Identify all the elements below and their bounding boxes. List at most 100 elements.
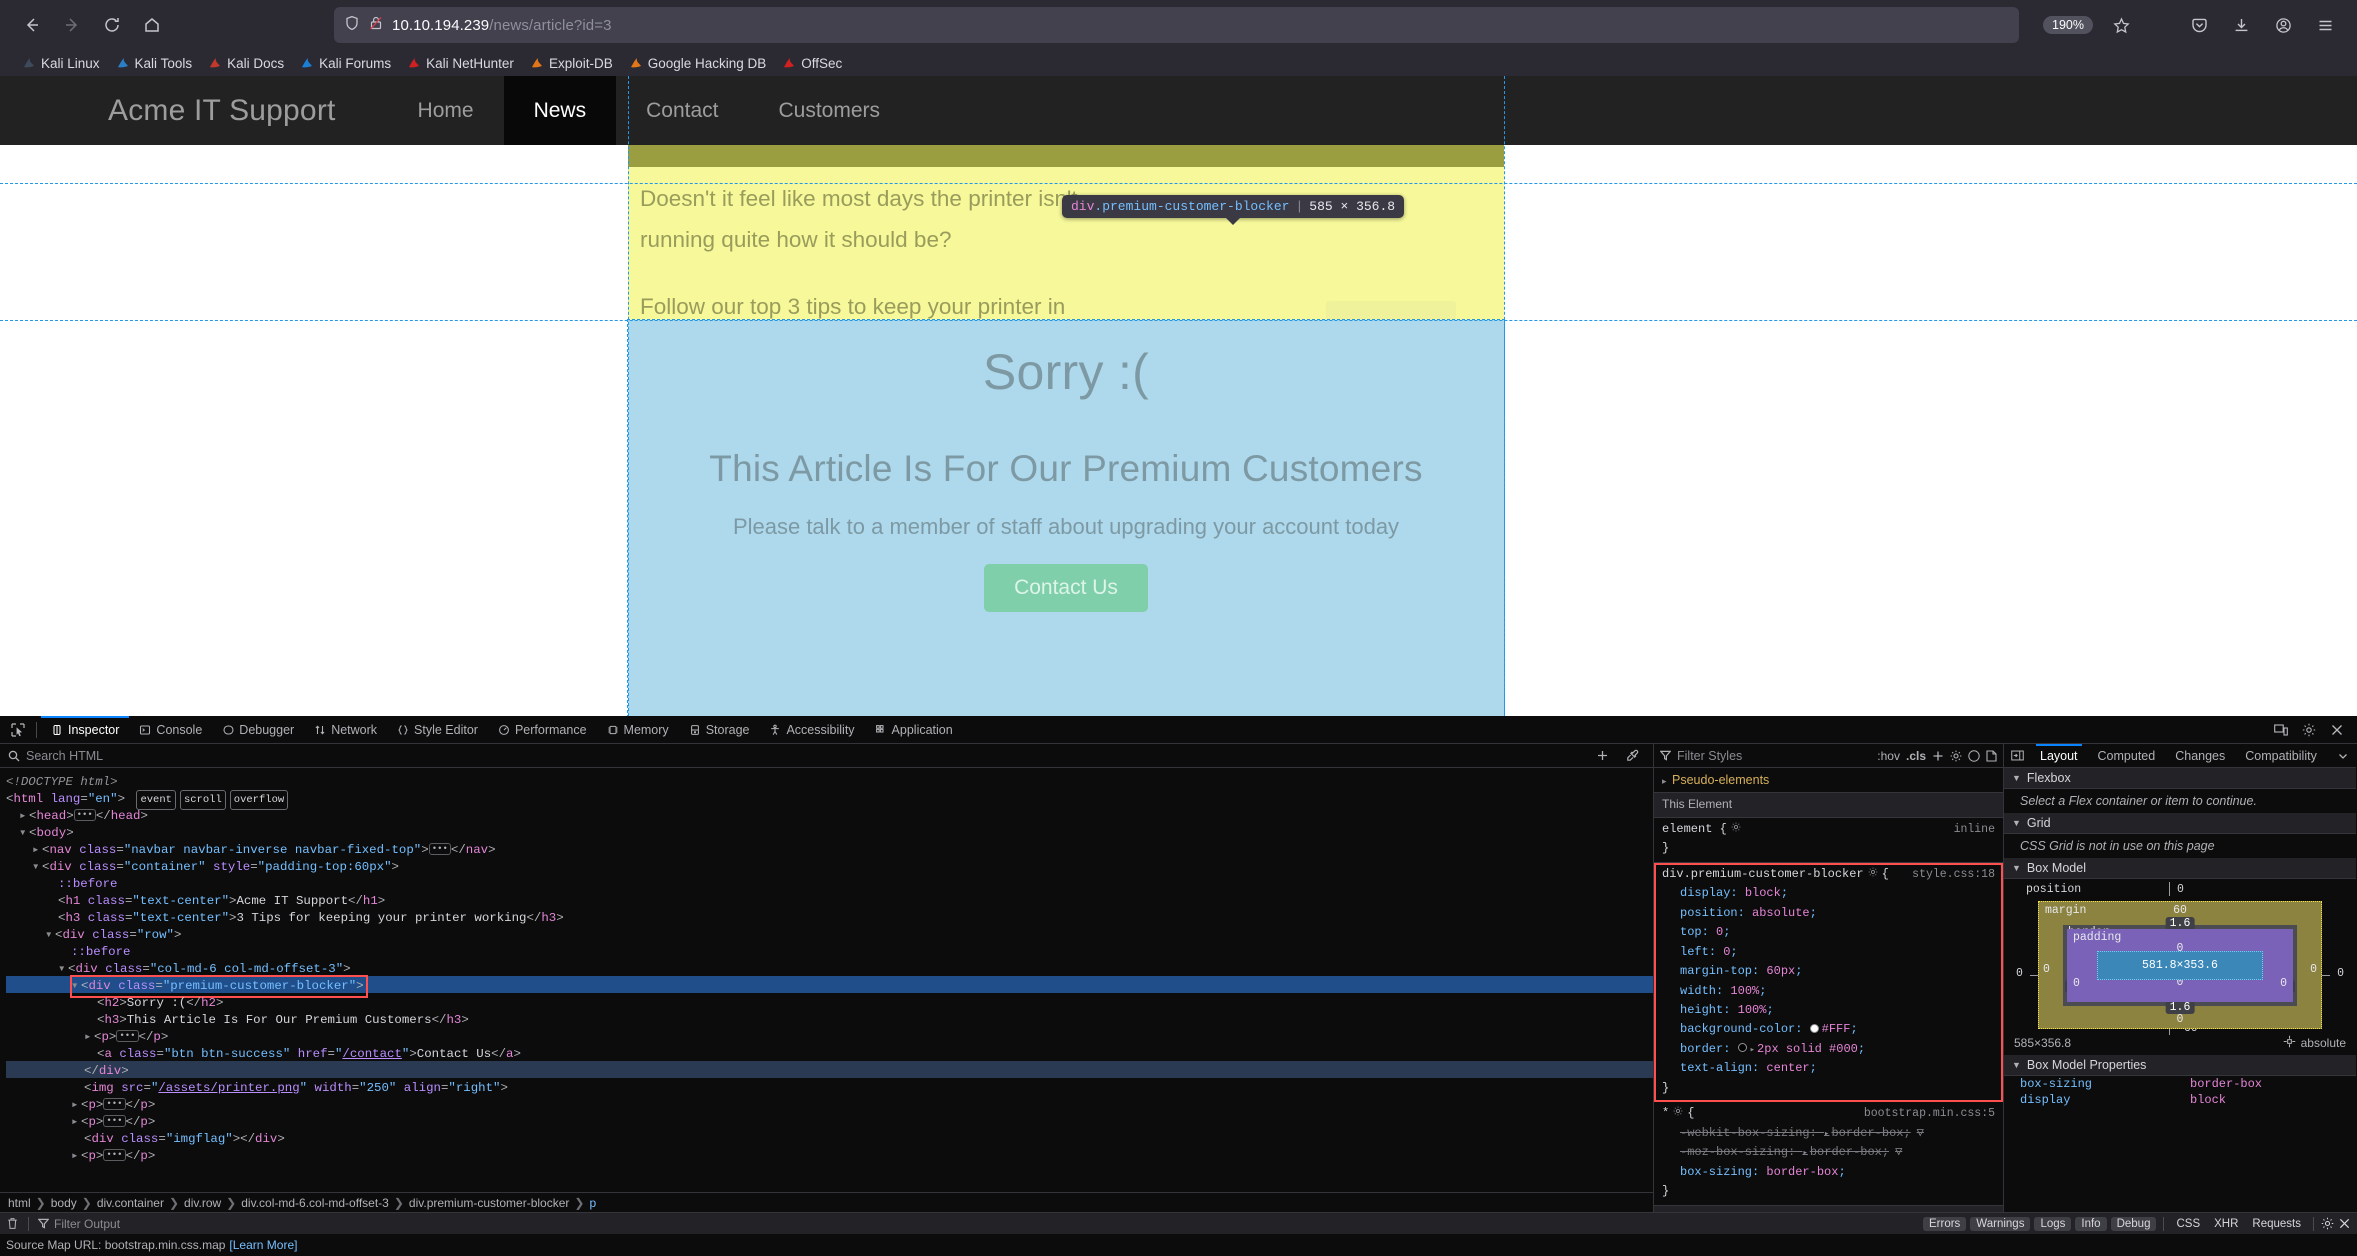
markup-tree-row[interactable]: <p>•••</p> [6,1112,1653,1129]
responsive-design-mode-icon[interactable] [2268,717,2294,743]
bookmark-exploit-db[interactable]: Exploit-DB [522,54,621,73]
css-value[interactable]: border-box [1766,1165,1838,1179]
css-value[interactable]: 0 [1716,925,1723,939]
create-node-icon[interactable] [1589,743,1615,769]
css-declaration[interactable]: background-color: #FFF; [1662,1020,1995,1039]
expand-triangle-icon[interactable]: ▸ [1750,1045,1755,1055]
bookmark-kali-tools[interactable]: Kali Tools [108,54,201,73]
css-declaration[interactable]: left: 0; [1662,943,1995,962]
bookmark-kali-docs[interactable]: Kali Docs [200,54,292,73]
devtools-tab-network[interactable]: Network [304,716,387,743]
markup-tree-row[interactable]: <html lang="en"> event scroll overflow [6,789,1653,811]
light-scheme-icon[interactable] [1950,750,1962,762]
console-level-debug[interactable]: Debug [2110,1216,2157,1231]
home-button[interactable] [134,8,170,42]
devtools-tab-memory[interactable]: Memory [597,716,679,743]
console-settings-icon[interactable] [2321,1217,2334,1230]
css-value[interactable]: 60px [1766,964,1795,978]
markup-tree-row[interactable]: <div class="premium-customer-blocker"> [6,974,1653,999]
expand-triangle-icon[interactable]: ▸ [1824,1129,1829,1139]
css-value[interactable]: border-box [1810,1145,1882,1159]
markup-tree-row[interactable]: ::before [6,942,1653,959]
markup-tree-row[interactable]: <h3 class="text-center">3 Tips for keepi… [6,908,1653,925]
console-level-logs[interactable]: Logs [2034,1216,2072,1231]
site-nav-news[interactable]: News [503,76,617,145]
bm-position-top[interactable]: 0 [2169,882,2184,896]
add-rule-icon[interactable] [1932,750,1944,762]
markup-tree-row[interactable]: <a class="btn btn-success" href="/contac… [6,1044,1653,1061]
css-declaration[interactable]: -moz-box-sizing: ▸ border-box; ▽ [1662,1143,1995,1162]
eyedropper-icon[interactable] [1619,743,1645,769]
css-declaration[interactable]: -webkit-box-sizing: ▸ border-box; ▽ [1662,1124,1995,1143]
expand-triangle-icon[interactable]: ▸ [1802,1148,1807,1158]
cls-toggle[interactable]: .cls [1906,749,1926,763]
hov-toggle[interactable]: :hov [1877,749,1900,763]
element-rule-source[interactable]: inline [1946,821,1995,840]
bookmark-kali-forums[interactable]: Kali Forums [292,54,399,73]
boxmodel-props-header[interactable]: ▼ Box Model Properties [2004,1055,2356,1076]
dark-scheme-icon[interactable] [1968,749,1980,762]
css-declaration[interactable]: display: block; [1662,884,1995,903]
filter-styles-input[interactable]: Filter Styles [1677,749,1742,763]
site-nav-customers[interactable]: Customers [748,76,910,145]
console-close-icon[interactable] [2338,1217,2351,1230]
markup-tree-row[interactable]: <div class="row"> [6,925,1653,942]
color-swatch[interactable] [1737,1043,1747,1053]
console-level-errors[interactable]: Errors [1922,1216,1967,1231]
gear-icon[interactable] [1673,1104,1683,1123]
devtools-close-icon[interactable] [2324,717,2350,743]
console-level-warnings[interactable]: Warnings [1970,1216,2031,1231]
flexbox-section-header[interactable]: ▼ Flexbox [2004,768,2356,789]
css-value[interactable]: block [1745,886,1781,900]
markup-tree-row[interactable]: <div class="container" style="padding-to… [6,857,1653,874]
css-declaration[interactable]: margin-top: 60px; [1662,962,1995,981]
css-declaration[interactable]: top: 0; [1662,923,1995,942]
bm-padding-left[interactable]: 0 [2073,977,2080,990]
css-declaration[interactable]: border: ▸ 2px solid #000; [1662,1040,1995,1059]
css-value[interactable]: border-box [1831,1126,1903,1140]
pseudo-elements-section[interactable]: ▸ Pseudo-elements [1654,768,2003,794]
grid-section-header[interactable]: ▼ Grid [2004,813,2356,834]
box-model-diagram[interactable]: position 0 -60 0 0 margin 60 0 0 0 borde… [2004,881,2356,1035]
bookmark-google-hacking-db[interactable]: Google Hacking DB [621,54,775,73]
lock-broken-icon[interactable] [368,15,384,36]
site-nav-contact[interactable]: Contact [616,76,748,145]
site-brand[interactable]: Acme IT Support [108,94,336,128]
console-level-info[interactable]: Info [2075,1216,2107,1231]
markup-tree-row[interactable]: <p>•••</p> [6,1027,1653,1044]
reload-button[interactable] [94,8,130,42]
bm-position-left[interactable]: 0 [2016,967,2044,980]
premium-customer-blocker-rule[interactable]: div.premium-customer-blocker { style.css… [1654,862,2003,1103]
bm-border-bottom[interactable]: 1.6 [2165,1001,2195,1014]
bookmark-kali-nethunter[interactable]: Kali NetHunter [399,54,522,73]
css-declaration[interactable]: position: absolute; [1662,904,1995,923]
css-value[interactable]: 100% [1730,984,1759,998]
breadcrumb-item[interactable]: body [51,1196,77,1210]
sidebar-toggle-icon[interactable] [2004,743,2030,769]
print-media-icon[interactable] [1986,749,1997,762]
bookmark-offsec[interactable]: OffSec [774,54,850,73]
css-value[interactable]: 100% [1738,1003,1767,1017]
css-value[interactable]: 0 [1723,945,1730,959]
css-declaration[interactable]: box-sizing: border-box; [1662,1163,1995,1182]
markup-tree-row[interactable]: <nav class="navbar navbar-inverse navbar… [6,840,1653,857]
markup-tree-row[interactable]: <body> [6,823,1653,840]
markup-tree-row[interactable]: <!DOCTYPE html> [6,772,1653,789]
back-button[interactable] [14,8,50,42]
breadcrumb-item[interactable]: p [589,1196,596,1210]
account-icon[interactable] [2265,8,2301,42]
layout-tab-changes[interactable]: Changes [2165,744,2235,767]
devtools-tab-console[interactable]: Console [129,716,212,743]
layout-tab-layout[interactable]: Layout [2030,744,2088,767]
main-rule-source[interactable]: style.css:18 [1904,866,1995,885]
pocket-icon[interactable] [2181,8,2217,42]
url-bar[interactable]: 10.10.194.239/news/article?id=3 [334,7,2020,43]
bm-margin-left[interactable]: 0 [2043,963,2050,976]
color-swatch[interactable] [1809,1023,1819,1033]
devtools-settings-icon[interactable] [2296,717,2322,743]
css-declaration[interactable]: height: 100%; [1662,1001,1995,1020]
devtools-tab-inspector[interactable]: Inspector [41,716,130,743]
css-value[interactable]: absolute [1752,906,1810,920]
markup-tree-row[interactable]: <img src="/assets/printer.png" width="25… [6,1078,1653,1095]
console-filter-input[interactable]: Filter Output [38,1217,120,1231]
